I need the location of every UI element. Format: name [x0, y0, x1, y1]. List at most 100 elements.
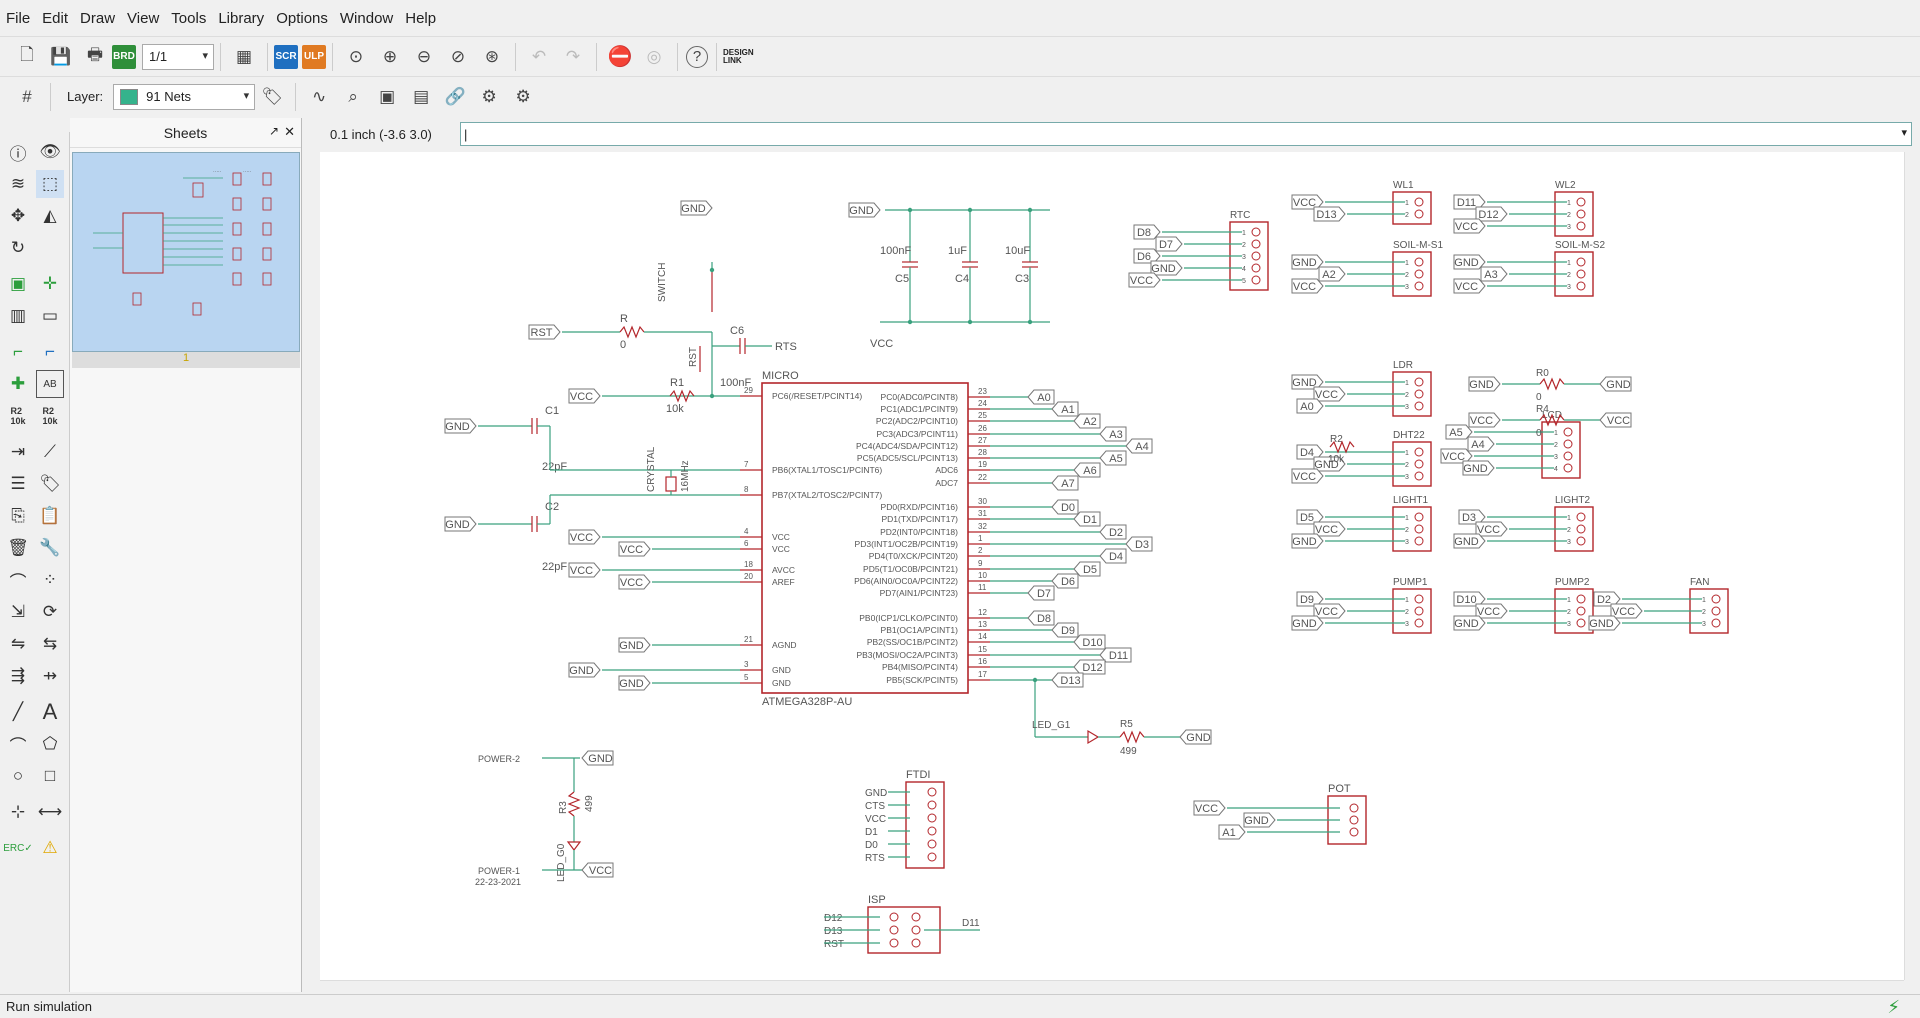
- resistor-name: R1: [670, 377, 684, 389]
- wire-bend-icon[interactable]: ∿: [304, 82, 334, 112]
- group-rotate-icon[interactable]: ⟳: [36, 598, 64, 626]
- pin-name: PC1(ADC1/PCINT9): [881, 404, 959, 414]
- rect-icon[interactable]: □: [36, 762, 64, 790]
- link-icon[interactable]: 🔗: [440, 82, 470, 112]
- attribute-icon[interactable]: ☰: [4, 470, 32, 498]
- rotate-icon[interactable]: ↻: [4, 234, 32, 262]
- sheet-thumbnail[interactable]: ····· ·····: [72, 152, 300, 352]
- optimize-icon[interactable]: ⇶: [4, 662, 32, 690]
- menu-view[interactable]: View: [127, 10, 159, 27]
- zoom-out-icon[interactable]: ⊖: [409, 42, 439, 72]
- schematic-drawing[interactable]: MICRO ATMEGA328P-AU 2 9 PC6(/RESET/PCINT14) 7…: [320, 152, 1904, 980]
- scr-button[interactable]: SCR: [274, 44, 298, 69]
- wrench-icon[interactable]: 🔧: [36, 534, 64, 562]
- move-icon[interactable]: ✥: [4, 202, 32, 230]
- cap-value: 100nF: [720, 377, 751, 389]
- new-file-icon[interactable]: 🗋: [12, 42, 42, 72]
- menu-draw[interactable]: Draw: [80, 10, 115, 27]
- info-icon[interactable]: ⓘ: [4, 138, 32, 166]
- schematic-canvas[interactable]: MICRO ATMEGA328P-AU 2 9 PC6(/RESET/PCINT14) 7…: [320, 152, 1904, 980]
- zoom-select-icon[interactable]: ⊛: [477, 42, 507, 72]
- settings-icon[interactable]: ⚙: [474, 82, 504, 112]
- warning-icon[interactable]: ⚠: [36, 834, 64, 862]
- menu-tools[interactable]: Tools: [171, 10, 206, 27]
- arc-icon[interactable]: ⌒: [4, 730, 32, 758]
- pin-icon[interactable]: ↗: [269, 124, 279, 138]
- sheets-panel: Sheets ↗ ✕ ····· ····· 1: [70, 118, 302, 992]
- add-part-icon[interactable]: ▣: [4, 270, 32, 298]
- brd-button[interactable]: BRD: [112, 44, 136, 69]
- layers-icon[interactable]: ≋: [4, 170, 32, 198]
- group-move-icon[interactable]: ⇲: [4, 598, 32, 626]
- text-icon[interactable]: A: [36, 698, 64, 726]
- redo-icon[interactable]: ↷: [558, 42, 588, 72]
- menu-options[interactable]: Options: [276, 10, 328, 27]
- split-icon[interactable]: ⟋: [36, 438, 64, 466]
- go-icon[interactable]: ◎: [639, 42, 669, 72]
- port-icon[interactable]: ⇥: [4, 438, 32, 466]
- pin-name: PB5(SCK/PCINT5): [886, 675, 958, 685]
- vertical-scrollbar[interactable]: [1904, 152, 1920, 980]
- print-icon[interactable]: 🖶: [80, 42, 110, 72]
- group-mirror-icon[interactable]: ⇋: [4, 630, 32, 658]
- delete-icon[interactable]: 🗑: [4, 534, 32, 562]
- pin-name: PC3(ADC3/PCINT11): [876, 429, 958, 439]
- command-line-input[interactable]: |: [460, 122, 1912, 146]
- replace-icon[interactable]: ▥: [4, 302, 32, 330]
- bus-icon[interactable]: ⌐: [36, 338, 64, 366]
- menu-file[interactable]: File: [6, 10, 30, 27]
- cap-value: 10uF: [1005, 245, 1030, 257]
- erc-icon[interactable]: ERC✓: [3, 834, 33, 862]
- net-label-text: VCC: [1477, 524, 1500, 536]
- pin-name: PB3(MOSI/OC2A/PCINT3): [856, 650, 958, 660]
- smash-icon[interactable]: 🏷: [36, 470, 64, 498]
- mirror-icon[interactable]: ◭: [36, 202, 64, 230]
- group-icon[interactable]: ⁘: [36, 566, 64, 594]
- tag-icon[interactable]: 🏷: [257, 82, 287, 112]
- horizontal-scrollbar[interactable]: [320, 980, 1904, 994]
- help-icon[interactable]: ?: [686, 45, 708, 68]
- zoom-prev-icon[interactable]: ⊘: [443, 42, 473, 72]
- ripup-icon[interactable]: ⇸: [36, 662, 64, 690]
- label-icon[interactable]: AB: [36, 370, 64, 398]
- eye-icon[interactable]: 👁: [36, 138, 64, 166]
- menu-help[interactable]: Help: [405, 10, 436, 27]
- settings-alt-icon[interactable]: ⚙: [508, 82, 538, 112]
- zoom-in-icon[interactable]: ⊕: [375, 42, 405, 72]
- select-icon[interactable]: ⬚: [36, 170, 64, 198]
- add-pin-icon[interactable]: ✛: [36, 270, 64, 298]
- gate-icon[interactable]: ▭: [36, 302, 64, 330]
- menu-edit[interactable]: Edit: [42, 10, 68, 27]
- pinswap-icon[interactable]: ▣: [372, 82, 402, 112]
- name-icon[interactable]: R2 10k: [4, 402, 32, 430]
- net-icon[interactable]: ⌐: [4, 338, 32, 366]
- cam-icon[interactable]: ▦: [229, 42, 259, 72]
- ulp-button[interactable]: ULP: [302, 44, 326, 69]
- svg-text:·····: ·····: [243, 169, 252, 175]
- menu-window[interactable]: Window: [340, 10, 393, 27]
- paste-icon[interactable]: 📋: [36, 502, 64, 530]
- close-icon[interactable]: ✕: [284, 124, 295, 140]
- zoom-fit-icon[interactable]: ⊙: [341, 42, 371, 72]
- polygon-icon[interactable]: ⬠: [36, 730, 64, 758]
- menu-library[interactable]: Library: [218, 10, 264, 27]
- value-icon[interactable]: R2 10k: [36, 402, 64, 430]
- junction-icon[interactable]: ✚: [4, 370, 32, 398]
- undo-icon[interactable]: ↶: [524, 42, 554, 72]
- gateswap-icon[interactable]: ▤: [406, 82, 436, 112]
- stop-icon[interactable]: ⛔: [605, 42, 635, 72]
- miter-icon[interactable]: ⌒: [4, 566, 32, 594]
- copy-icon[interactable]: ⎘: [4, 502, 32, 530]
- lightning-icon[interactable]: ⚡: [1887, 997, 1900, 1018]
- layer-select[interactable]: 91 Nets: [113, 83, 256, 110]
- mark-icon[interactable]: ⊹: [4, 798, 32, 826]
- group-flip-icon[interactable]: ⇆: [36, 630, 64, 658]
- sheet-select[interactable]: 1/1: [142, 43, 214, 70]
- design-link-button[interactable]: DESIGN LINK: [723, 48, 773, 65]
- save-icon[interactable]: 💾: [46, 42, 76, 72]
- search-icon[interactable]: ⌕: [338, 82, 368, 112]
- dimension-icon[interactable]: ⟷: [36, 798, 64, 826]
- circle-icon[interactable]: ○: [4, 762, 32, 790]
- line-icon[interactable]: ╱: [4, 698, 32, 726]
- grid-icon[interactable]: #: [12, 82, 42, 112]
